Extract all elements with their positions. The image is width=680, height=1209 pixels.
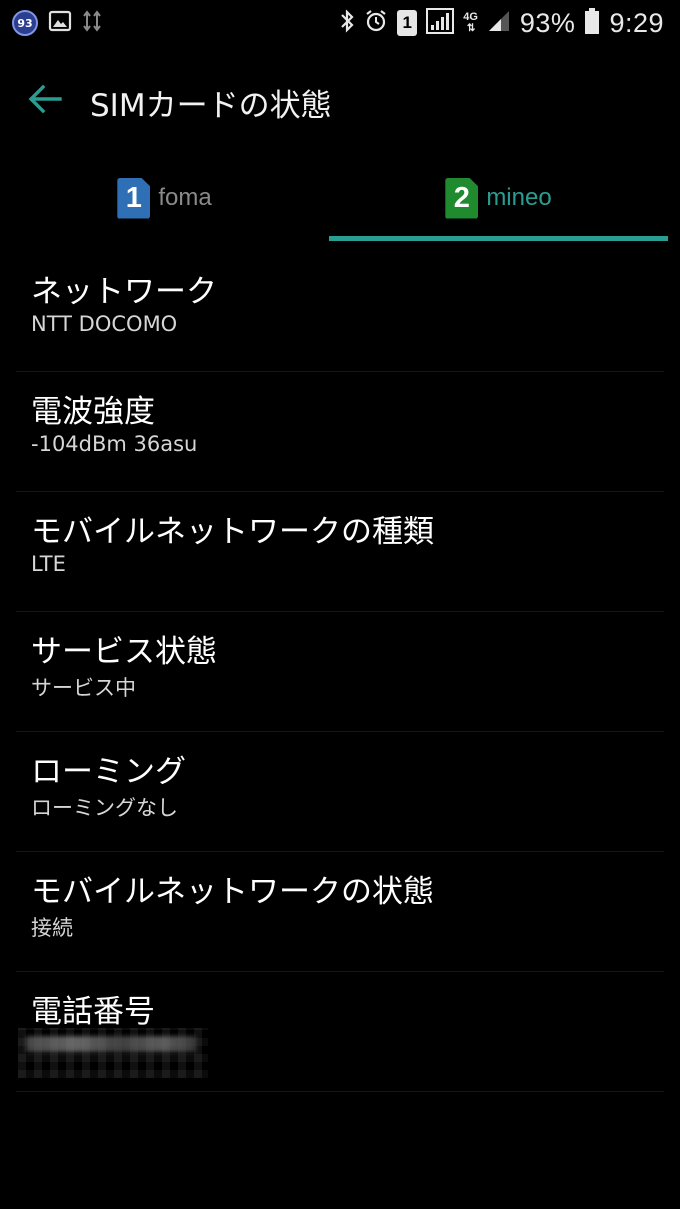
item-title: 電話番号 (31, 994, 155, 1030)
list-item-signal-strength: 電波強度 -104dBm 36asu (0, 372, 680, 492)
status-bar: 93 1 4G ⇅ 93% 9:29 (0, 0, 680, 48)
item-value: 接続 (31, 916, 73, 940)
data-activity-arrows: ⇅ (466, 23, 475, 34)
item-title: モバイルネットワークの状態 (31, 874, 434, 910)
tab-sim1[interactable]: 1 foma (0, 152, 329, 244)
bluetooth-icon (339, 8, 355, 38)
page-title: SIMカードの状態 (90, 88, 332, 124)
list-item-network: ネットワーク NTT DOCOMO (0, 252, 680, 372)
battery-percent: 93% (519, 7, 576, 38)
item-value: NTT DOCOMO (31, 312, 178, 336)
item-title: ネットワーク (31, 274, 217, 310)
status-bar-left: 93 (12, 8, 102, 38)
sim1-icon: 1 (397, 10, 418, 36)
4g-icon: 4G ⇅ (463, 11, 478, 35)
item-title: サービス状態 (31, 634, 217, 670)
usb-icon (82, 9, 102, 37)
redacted-phone-number (18, 1028, 208, 1078)
list-item-mobile-network-state: モバイルネットワークの状態 接続 (0, 852, 680, 972)
sim-card-2-icon: 2 (445, 177, 479, 219)
tab-label: foma (158, 184, 212, 211)
alarm-icon (364, 8, 388, 38)
back-arrow-icon (28, 84, 62, 118)
list-item-roaming: ローミング ローミングなし (0, 732, 680, 852)
back-button[interactable] (22, 78, 68, 124)
list-item-service-state: サービス状態 サービス中 (0, 612, 680, 732)
item-title: モバイルネットワークの種類 (31, 514, 434, 550)
item-title: ローミング (31, 754, 186, 790)
signal-icon (426, 8, 455, 38)
list-item-mobile-network-type: モバイルネットワークの種類 LTE (0, 492, 680, 612)
item-title: 電波強度 (31, 394, 155, 430)
clock-time: 9:29 (609, 7, 664, 38)
selected-tab-indicator (329, 236, 668, 241)
sim-card-1-icon: 1 (117, 177, 151, 219)
tab-sim2[interactable]: 2 mineo (329, 152, 668, 244)
item-value: LTE (31, 552, 66, 576)
item-value: ローミングなし (31, 796, 178, 820)
tab-label: mineo (486, 184, 552, 211)
app-bar: SIMカードの状態 (0, 48, 680, 152)
status-bar-right: 1 4G ⇅ 93% 9:29 (339, 6, 664, 40)
sim-status-screen: 93 1 4G ⇅ 93% 9:29 SIMカードの状態 1 foma 2 mi… (0, 0, 680, 1209)
notification-count-badge: 93 (12, 10, 38, 36)
sim-tabs: 1 foma 2 mineo (0, 152, 680, 244)
battery-icon (584, 7, 600, 39)
gallery-icon (48, 9, 72, 37)
item-value: サービス中 (31, 676, 136, 700)
item-value: -104dBm 36asu (31, 432, 198, 456)
network-type-label: 4G (463, 11, 478, 23)
divider (16, 1091, 664, 1092)
signal-strength-icon (487, 9, 511, 37)
pixelated-blur (26, 1036, 196, 1052)
